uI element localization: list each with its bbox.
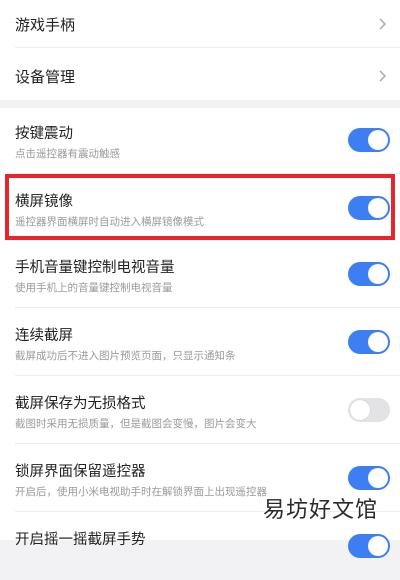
- setting-title: 开启摇一摇截屏手势: [15, 532, 146, 548]
- toggle-knob: [368, 332, 388, 352]
- setting-subtitle: 截图时采用无损质量，但是截图会变慢，图片会变大: [15, 418, 257, 430]
- setting-subtitle: 开启后，使用小米电视助手时在解锁界面上出现遥控器: [15, 486, 267, 498]
- setting-button-vibration: 按键震动 点击遥控器有震动触感: [0, 108, 400, 174]
- setting-subtitle: 使用手机上的音量键控制电视音量: [15, 282, 173, 294]
- setting-volume-key-control: 手机音量键控制电视音量 使用手机上的音量键控制电视音量: [0, 242, 400, 308]
- setting-landscape-mirror: 横屏镜像 遥控器界面横屏时自动进入横屏镜像模式: [0, 176, 400, 242]
- setting-subtitle: 遥控器界面横屏时自动进入横屏镜像模式: [15, 216, 204, 228]
- setting-subtitle: 截屏成功后不进入图片预览页面，只显示通知条: [15, 350, 236, 362]
- toggle-knob: [368, 468, 388, 488]
- setting-title: 横屏镜像: [15, 194, 73, 210]
- chevron-right-icon: [379, 70, 387, 82]
- nav-item-device-management[interactable]: 设备管理: [0, 52, 400, 100]
- toggle-switch[interactable]: [348, 330, 390, 354]
- watermark: 易坊好文馆: [262, 498, 378, 523]
- nav-item-gamepad[interactable]: 游戏手柄: [0, 0, 400, 48]
- toggle-switch[interactable]: [348, 128, 390, 152]
- toggle-knob: [368, 264, 388, 284]
- setting-title: 手机音量键控制电视音量: [15, 260, 175, 276]
- toggle-knob: [368, 198, 388, 218]
- toggle-knob: [368, 536, 388, 556]
- setting-continuous-screenshot: 连续截屏 截屏成功后不进入图片预览页面，只显示通知条: [0, 310, 400, 376]
- divider: [15, 443, 400, 444]
- toggle-knob: [350, 400, 370, 420]
- divider: [15, 307, 400, 308]
- nav-card: 游戏手柄 设备管理: [0, 0, 400, 100]
- toggle-switch[interactable]: [348, 534, 390, 558]
- setting-title: 按键震动: [15, 126, 73, 142]
- setting-title: 锁屏界面保留遥控器: [15, 464, 146, 480]
- setting-subtitle: 点击遥控器有震动触感: [15, 148, 120, 160]
- setting-lossless-screenshot: 截屏保存为无损格式 截图时采用无损质量，但是截图会变慢，图片会变大: [0, 378, 400, 444]
- nav-item-label: 游戏手柄: [15, 16, 76, 34]
- toggle-switch[interactable]: [348, 466, 390, 490]
- toggle-switch[interactable]: [348, 196, 390, 220]
- chevron-right-icon: [379, 18, 387, 30]
- divider: [15, 375, 400, 376]
- toggle-knob: [368, 130, 388, 150]
- nav-item-label: 设备管理: [15, 68, 76, 86]
- divider: [15, 173, 400, 174]
- settings-card: 按键震动 点击遥控器有震动触感 横屏镜像 遥控器界面横屏时自动进入横屏镜像模式 …: [0, 108, 400, 558]
- setting-title: 截屏保存为无损格式: [15, 396, 146, 412]
- toggle-switch[interactable]: [348, 398, 390, 422]
- divider: [15, 47, 400, 48]
- setting-title: 连续截屏: [15, 328, 73, 344]
- toggle-switch[interactable]: [348, 262, 390, 286]
